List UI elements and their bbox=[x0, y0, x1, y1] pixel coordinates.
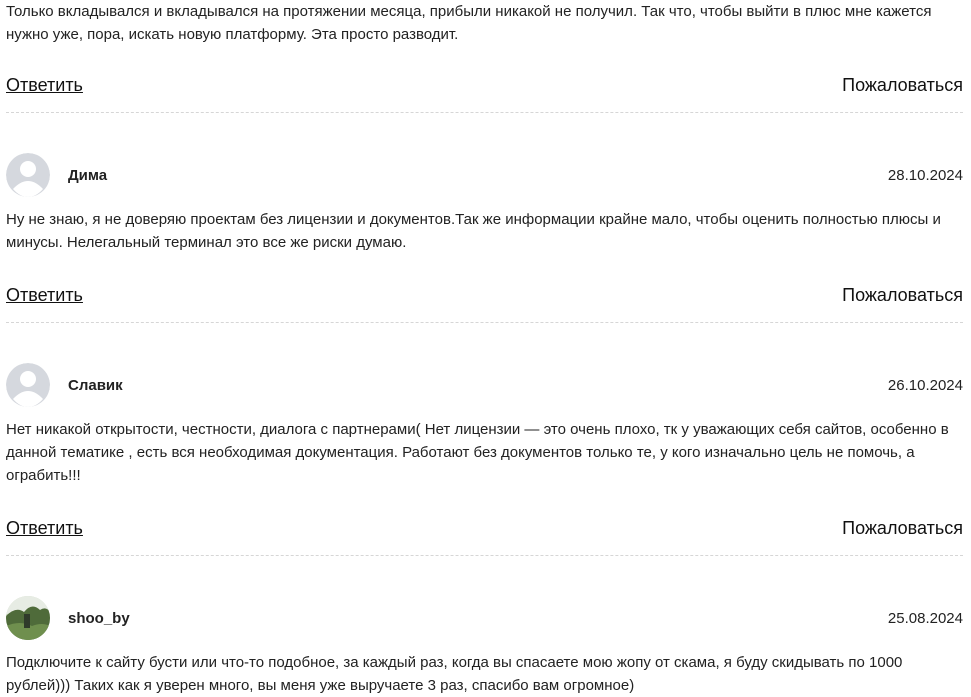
comment-text: Подключите к сайту бусти или что-то подо… bbox=[6, 654, 903, 694]
report-link[interactable]: Пожаловаться bbox=[842, 285, 963, 306]
comment-divider bbox=[6, 112, 963, 113]
comment-author[interactable]: Дима bbox=[68, 167, 107, 184]
comment-item: Славик 26.10.2024 Нет никакой открытости… bbox=[6, 363, 963, 540]
reply-link[interactable]: Ответить bbox=[6, 285, 83, 306]
comment-date: 28.10.2024 bbox=[887, 166, 963, 184]
comment-divider bbox=[6, 322, 963, 323]
comments-list: Только вкладывался и вкладывался на прот… bbox=[6, 0, 963, 697]
default-user-icon bbox=[6, 363, 50, 407]
comment-header: Дима 28.10.2024 bbox=[6, 153, 963, 197]
comment-header: shoo_by 25.08.2024 bbox=[6, 596, 963, 640]
comment-author[interactable]: shoo_by bbox=[68, 610, 130, 627]
comment-actions: Ответить Пожаловаться bbox=[6, 73, 963, 97]
comment-text: Ну не знаю, я не доверяю проектам без ли… bbox=[6, 211, 941, 251]
comment-header: Славик 26.10.2024 bbox=[6, 363, 963, 407]
comment-text: Только вкладывался и вкладывался на прот… bbox=[6, 3, 932, 43]
comment-item: shoo_by 25.08.2024 Подключите к сайту бу… bbox=[6, 596, 963, 697]
comment-item: Только вкладывался и вкладывался на прот… bbox=[6, 0, 963, 97]
report-link[interactable]: Пожаловаться bbox=[842, 518, 963, 539]
default-user-icon bbox=[6, 153, 50, 197]
reply-link[interactable]: Ответить bbox=[6, 75, 83, 96]
comment-author[interactable]: Славик bbox=[68, 377, 123, 394]
comment-actions: Ответить Пожаловаться bbox=[6, 283, 963, 307]
report-link[interactable]: Пожаловаться bbox=[842, 75, 963, 96]
comment-actions: Ответить Пожаловаться bbox=[6, 516, 963, 540]
comment-divider bbox=[6, 555, 963, 556]
comment-text: Нет никакой открытости, честности, диало… bbox=[6, 421, 949, 484]
reply-link[interactable]: Ответить bbox=[6, 518, 83, 539]
comment-item: Дима 28.10.2024 Ну не знаю, я не доверяю… bbox=[6, 153, 963, 307]
comment-date: 25.08.2024 bbox=[887, 609, 963, 627]
comment-date: 26.10.2024 bbox=[887, 376, 963, 394]
photo-avatar bbox=[6, 596, 50, 640]
